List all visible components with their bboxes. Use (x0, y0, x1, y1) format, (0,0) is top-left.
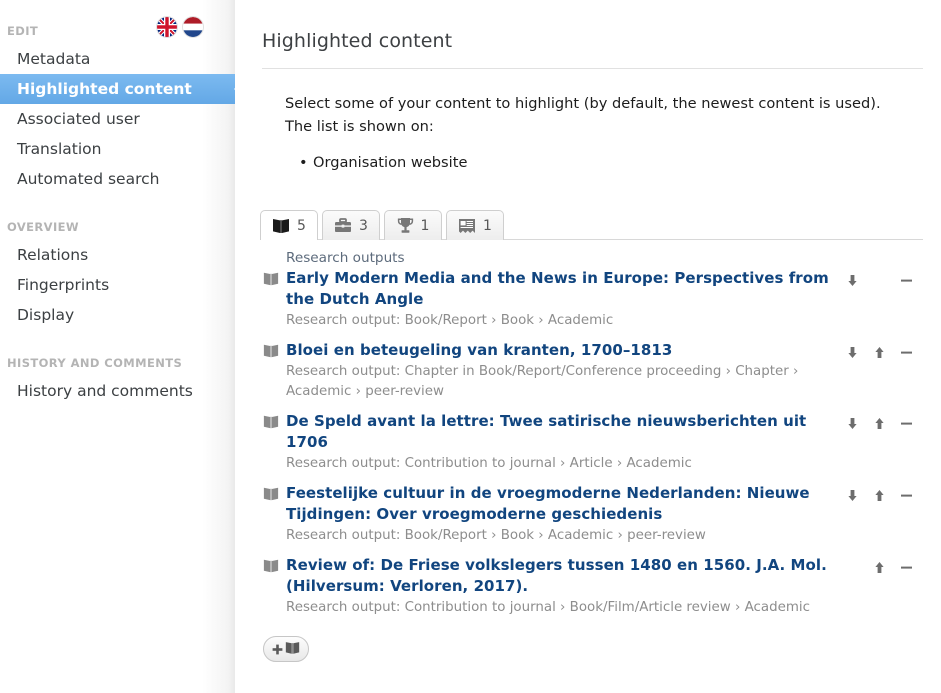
move-up-button[interactable] (872, 487, 886, 503)
book-icon (272, 217, 290, 234)
research-output-meta: Research output: Chapter in Book/Report/… (286, 364, 799, 399)
add-button-area (263, 636, 941, 662)
sidebar-item-label: Display (17, 306, 75, 324)
research-output-title-link[interactable]: Early Modern Media and the News in Europ… (286, 268, 846, 310)
tab-activities[interactable]: 3 (322, 210, 380, 240)
tab-count: 3 (359, 217, 368, 234)
book-icon (263, 413, 279, 430)
remove-button[interactable] (899, 344, 913, 360)
highlighted-content-list: Early Modern Media and the News in Europ… (235, 268, 941, 618)
book-icon (263, 557, 279, 574)
research-output-title-link[interactable]: Feestelijke cultuur in de vroegmoderne N… (286, 483, 846, 525)
remove-button[interactable] (899, 272, 913, 288)
row-actions (845, 414, 913, 432)
row-actions (845, 343, 913, 361)
sidebar: EDIT Metadata Highlighted content Associ… (0, 0, 235, 693)
press-clipping-icon (458, 218, 476, 234)
research-output-meta: Research output: Book/Report › Book › Ac… (286, 528, 706, 543)
sidebar-item-label: Translation (17, 140, 102, 158)
tab-research-outputs[interactable]: 5 (260, 210, 318, 241)
tab-press-media[interactable]: 1 (446, 210, 504, 240)
highlighted-content-page: EDIT Metadata Highlighted content Associ… (0, 0, 941, 693)
move-down-button[interactable] (845, 487, 859, 503)
remove-button[interactable] (899, 487, 913, 503)
sidebar-item-label: Fingerprints (17, 276, 110, 294)
row-actions (845, 558, 913, 576)
list-item: Organisation website (299, 152, 941, 174)
move-down-button[interactable] (845, 344, 859, 360)
book-icon (263, 342, 279, 359)
selection-arrow-icon (220, 74, 235, 104)
flag-uk-icon[interactable] (157, 17, 177, 37)
sidebar-item-metadata[interactable]: Metadata (0, 44, 235, 74)
move-down-button[interactable] (845, 415, 859, 431)
row-actions (845, 486, 913, 504)
sidebar-item-translation[interactable]: Translation (0, 134, 235, 164)
sidebar-item-display[interactable]: Display (0, 300, 235, 330)
sidebar-item-relations[interactable]: Relations (0, 240, 235, 270)
research-output-meta: Research output: Contribution to journal… (286, 456, 692, 471)
remove-button[interactable] (899, 559, 913, 575)
table-row: Review of: De Friese volkslegers tussen … (235, 555, 941, 618)
language-flags (157, 17, 203, 37)
tab-prizes[interactable]: 1 (384, 210, 442, 240)
sidebar-item-associated-user[interactable]: Associated user (0, 104, 235, 134)
book-icon (263, 485, 279, 502)
research-output-title-link[interactable]: Review of: De Friese volkslegers tussen … (286, 555, 846, 597)
book-icon (263, 270, 279, 287)
sidebar-item-label: Highlighted content (17, 80, 192, 98)
sidebar-item-label: Associated user (17, 110, 140, 128)
remove-button[interactable] (899, 415, 913, 431)
table-row: Bloei en beteugeling van kranten, 1700–1… (235, 340, 941, 402)
tab-count: 5 (297, 217, 306, 234)
sidebar-item-highlighted-content[interactable]: Highlighted content (0, 74, 235, 104)
move-up-button[interactable] (872, 559, 886, 575)
sidebar-item-automated-search[interactable]: Automated search (0, 164, 235, 194)
intro-text: Select some of your content to highlight… (285, 95, 881, 135)
table-row: Early Modern Media and the News in Europ… (235, 268, 941, 331)
tab-count: 1 (483, 217, 492, 234)
sidebar-group-label-history: HISTORY AND COMMENTS (7, 356, 183, 370)
sidebar-item-label: Metadata (17, 50, 91, 68)
book-icon (285, 640, 300, 659)
row-actions (845, 271, 913, 289)
move-up-button[interactable] (872, 415, 886, 431)
research-output-title-link[interactable]: De Speld avant la lettre: Twee satirisch… (286, 411, 846, 453)
add-research-output-button[interactable] (263, 636, 309, 662)
page-title: Highlighted content (262, 30, 453, 52)
content-type-tabs: 5 3 1 1 (260, 210, 941, 241)
move-up-button[interactable] (872, 344, 886, 360)
sidebar-item-label: Relations (17, 246, 89, 264)
research-output-meta: Research output: Book/Report › Book › Ac… (286, 313, 614, 328)
plus-icon (272, 640, 283, 659)
trophy-icon (397, 217, 414, 234)
tab-count: 1 (420, 217, 430, 234)
flag-nl-icon[interactable] (183, 17, 203, 37)
sidebar-item-fingerprints[interactable]: Fingerprints (0, 270, 235, 300)
research-output-title-link[interactable]: Bloei en beteugeling van kranten, 1700–1… (286, 340, 846, 361)
research-output-meta: Research output: Contribution to journal… (286, 600, 810, 615)
section-label-research-outputs: Research outputs (286, 250, 405, 266)
table-row: De Speld avant la lettre: Twee satirisch… (235, 411, 941, 474)
briefcase-icon (334, 217, 352, 234)
sidebar-item-history-and-comments[interactable]: History and comments (0, 376, 235, 406)
move-down-button[interactable] (845, 272, 859, 288)
sidebar-item-label: History and comments (17, 382, 193, 400)
intro-bullet-list: Organisation website (235, 152, 941, 174)
main-content: Highlighted content Select some of your … (235, 0, 941, 693)
title-divider (262, 68, 923, 69)
sidebar-group-label-overview: OVERVIEW (7, 220, 79, 234)
sidebar-item-label: Automated search (17, 170, 160, 188)
table-row: Feestelijke cultuur in de vroegmoderne N… (235, 483, 941, 546)
